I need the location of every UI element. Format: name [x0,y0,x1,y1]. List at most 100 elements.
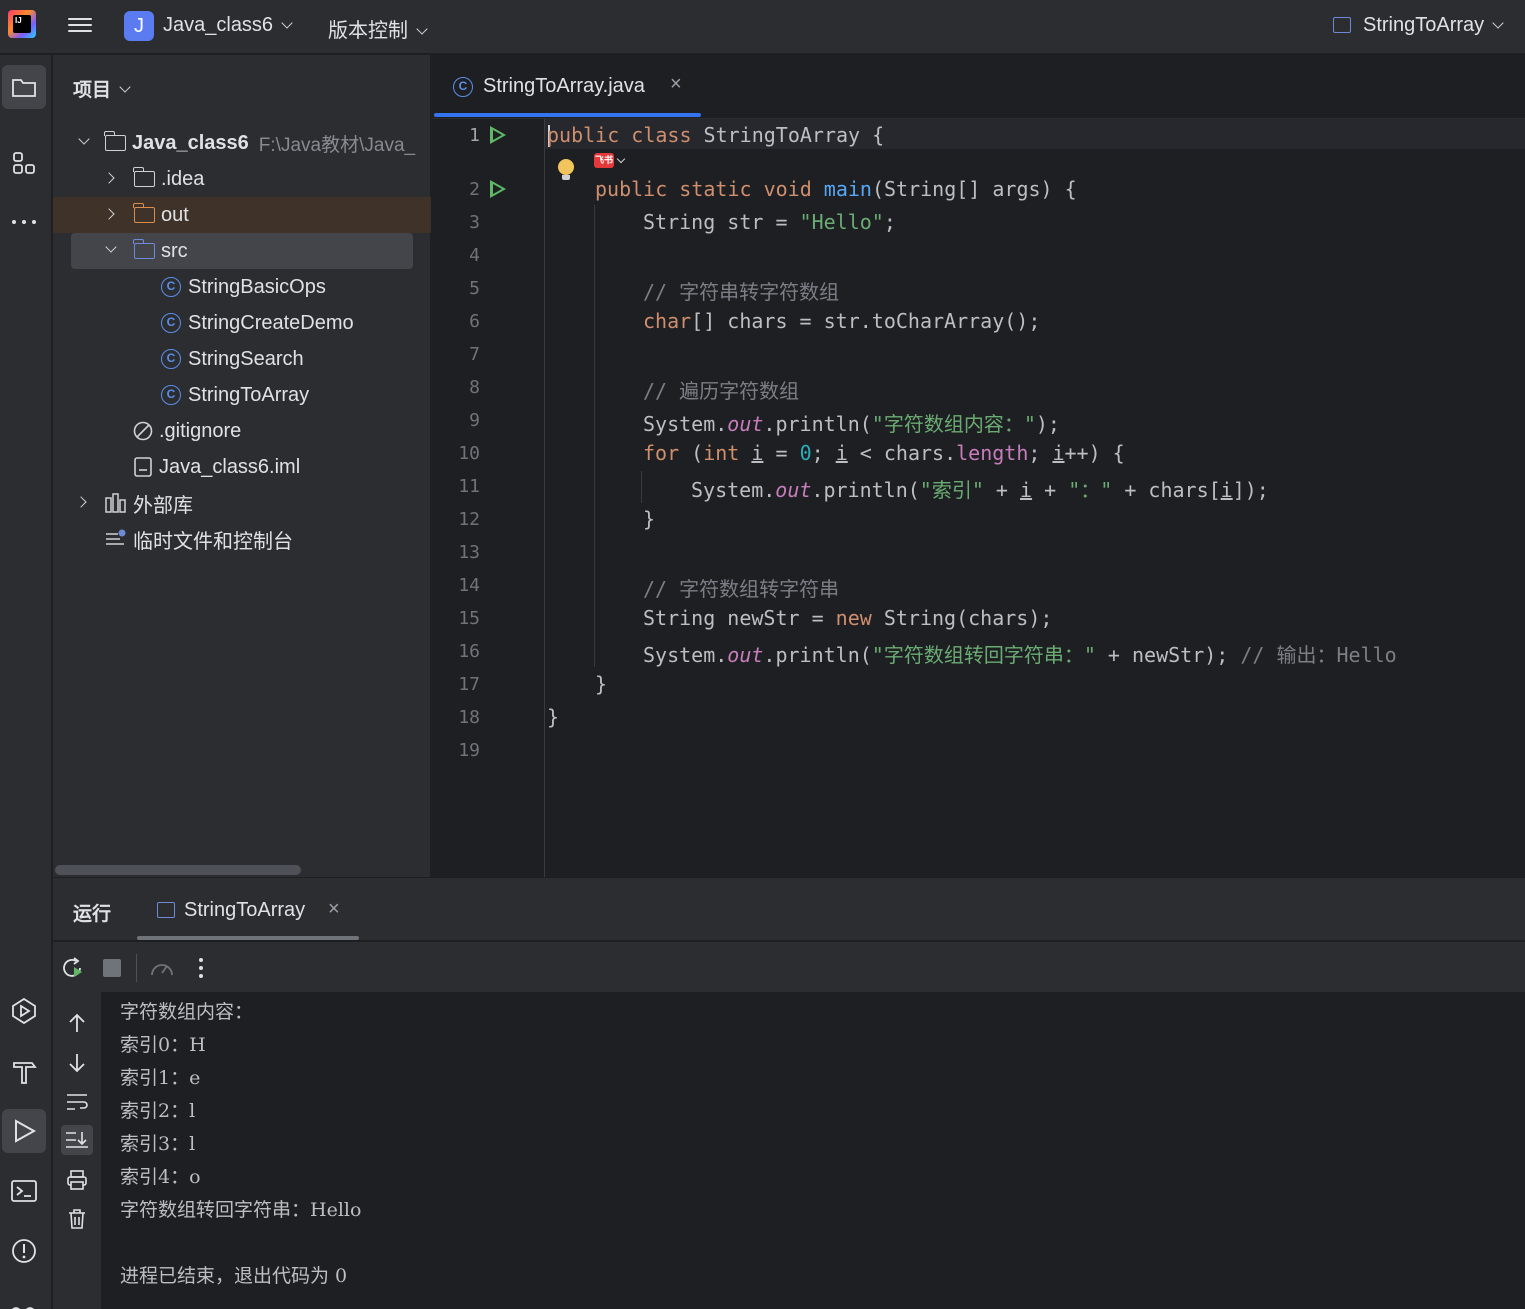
close-icon[interactable]: × [670,73,682,96]
terminal-tool-button[interactable] [2,1169,46,1213]
project-switcher[interactable]: Java_class6 [163,14,293,37]
code-text: ++) { [1064,441,1125,465]
line-number[interactable]: 5 [432,278,480,299]
tree-item-class[interactable]: C StringCreateDemo [53,305,431,341]
code-text: .println( [811,478,920,502]
close-icon[interactable]: × [328,898,340,921]
feishu-badge-icon[interactable]: 飞书 [594,153,614,168]
lightbulb-icon[interactable] [558,159,574,180]
expand-arrow-icon[interactable] [78,133,90,145]
code-line-10[interactable]: for (int i = 0; i < chars.length; i++) { [643,441,1125,465]
code-line-12[interactable]: } [643,507,655,531]
services-tool-button[interactable] [2,989,46,1033]
stop-icon[interactable] [103,959,121,977]
tab-stringtoarray-java[interactable]: C StringToArray.java × [432,55,702,119]
run-main-icon[interactable] [490,180,506,198]
tree-item-idea[interactable]: .idea [53,161,431,197]
project-badge[interactable]: J [124,11,154,41]
trash-icon[interactable] [67,1208,87,1230]
git-tool-button[interactable] [2,1287,46,1309]
scroll-to-end-button[interactable] [61,1125,93,1155]
collapse-arrow-icon[interactable] [103,208,115,220]
code-text: + [983,478,1021,502]
code-line-6[interactable]: char[] chars = str.toCharArray(); [643,309,1040,333]
tree-item-class[interactable]: C StringToArray [53,377,431,413]
line-number[interactable]: 4 [432,245,480,266]
more-tools-button[interactable] [2,200,46,244]
line-number[interactable]: 12 [432,509,480,530]
soft-wrap-icon[interactable] [65,1092,89,1112]
arrow-up-icon[interactable] [67,1012,87,1034]
build-tool-button[interactable] [2,1049,46,1093]
chevron-down-icon[interactable] [616,154,626,164]
code-line-8[interactable]: // 遍历字符数组 [643,375,799,404]
run-class-icon[interactable] [490,126,506,144]
run-tool-button[interactable] [2,1109,46,1153]
line-number[interactable]: 16 [432,641,480,662]
line-number[interactable]: 3 [432,212,480,233]
code-line-18[interactable]: } [547,705,559,729]
line-number[interactable]: 19 [432,740,480,761]
code-line-9[interactable]: System.out.println("字符数组内容："); [643,408,1060,437]
line-number[interactable]: 8 [432,377,480,398]
tree-item-out[interactable]: out [53,197,431,233]
tree-item-libraries[interactable]: 外部库 [53,485,431,521]
code-line-11[interactable]: System.out.println("索引" + i + "：" + char… [691,474,1269,503]
line-number[interactable]: 1 [432,125,480,146]
line-number[interactable]: 2 [432,179,480,200]
print-icon[interactable] [66,1169,88,1191]
project-panel-title[interactable]: 项目 [73,75,131,102]
code-line-5[interactable]: // 字符串转字符数组 [643,276,839,305]
tree-root[interactable]: Java_class6 F:\Java教材\Java_ [53,125,431,161]
main-menu-icon[interactable] [68,14,92,36]
tree-item-gitignore[interactable]: .gitignore [53,413,431,449]
line-number[interactable]: 18 [432,707,480,728]
code-line-17[interactable]: } [595,672,607,696]
arrow-down-icon[interactable] [67,1052,87,1074]
module-folder-icon [104,131,126,151]
keyword: public class [547,123,692,147]
tree-item-iml[interactable]: Java_class6.iml [53,449,431,485]
line-number[interactable]: 6 [432,311,480,332]
line-number[interactable]: 7 [432,344,480,365]
intellij-logo-icon[interactable]: IJ [8,10,36,38]
code-line-14[interactable]: // 字符数组转字符串 [643,573,839,602]
project-name: Java_class6 [163,14,274,36]
tree-item-scratches[interactable]: 临时文件和控制台 [53,521,431,557]
horizontal-scrollbar[interactable] [55,865,301,875]
run-tab-label[interactable]: StringToArray [184,899,305,922]
tree-item-class[interactable]: C StringBasicOps [53,269,431,305]
collapse-arrow-icon[interactable] [103,172,115,184]
code-line-1[interactable]: public class StringToArray { [547,123,884,147]
code-line-3[interactable]: String str = "Hello"; [643,210,896,234]
line-number[interactable]: 13 [432,542,480,563]
line-number[interactable]: 10 [432,443,480,464]
line-number[interactable]: 14 [432,575,480,596]
line-number[interactable]: 17 [432,674,480,695]
tree-item-src[interactable]: src [71,233,413,269]
console-output-line: 索引3：l [120,1133,196,1155]
line-number[interactable]: 9 [432,410,480,431]
folder-icon [133,167,155,187]
profiler-icon[interactable] [149,957,175,979]
project-tool-button[interactable] [2,65,46,109]
problems-tool-button[interactable] [2,1229,46,1273]
collapse-arrow-icon[interactable] [75,496,87,508]
code-line-16[interactable]: System.out.println("字符数组转回字符串：" + newStr… [643,639,1397,668]
class-icon: C [161,385,181,405]
tree-item-class[interactable]: C StringSearch [53,341,431,377]
rerun-icon[interactable] [61,956,85,980]
line-number[interactable]: 15 [432,608,480,629]
code-line-2[interactable]: public static void main(String[] args) { [595,177,1077,201]
excluded-folder-icon [133,203,155,223]
code-text: .println( [763,412,872,436]
structure-tool-button[interactable] [2,141,46,185]
more-vertical-icon[interactable] [197,956,205,980]
code-line-15[interactable]: String newStr = new String(chars); [643,606,1052,630]
line-number[interactable]: 11 [432,476,480,497]
tree-item-label: StringBasicOps [188,275,326,298]
expand-arrow-icon[interactable] [105,241,117,253]
vcs-menu[interactable]: 版本控制 [328,14,428,43]
run-config-selector[interactable]: StringToArray [1363,14,1504,37]
chevron-down-icon [416,23,428,35]
